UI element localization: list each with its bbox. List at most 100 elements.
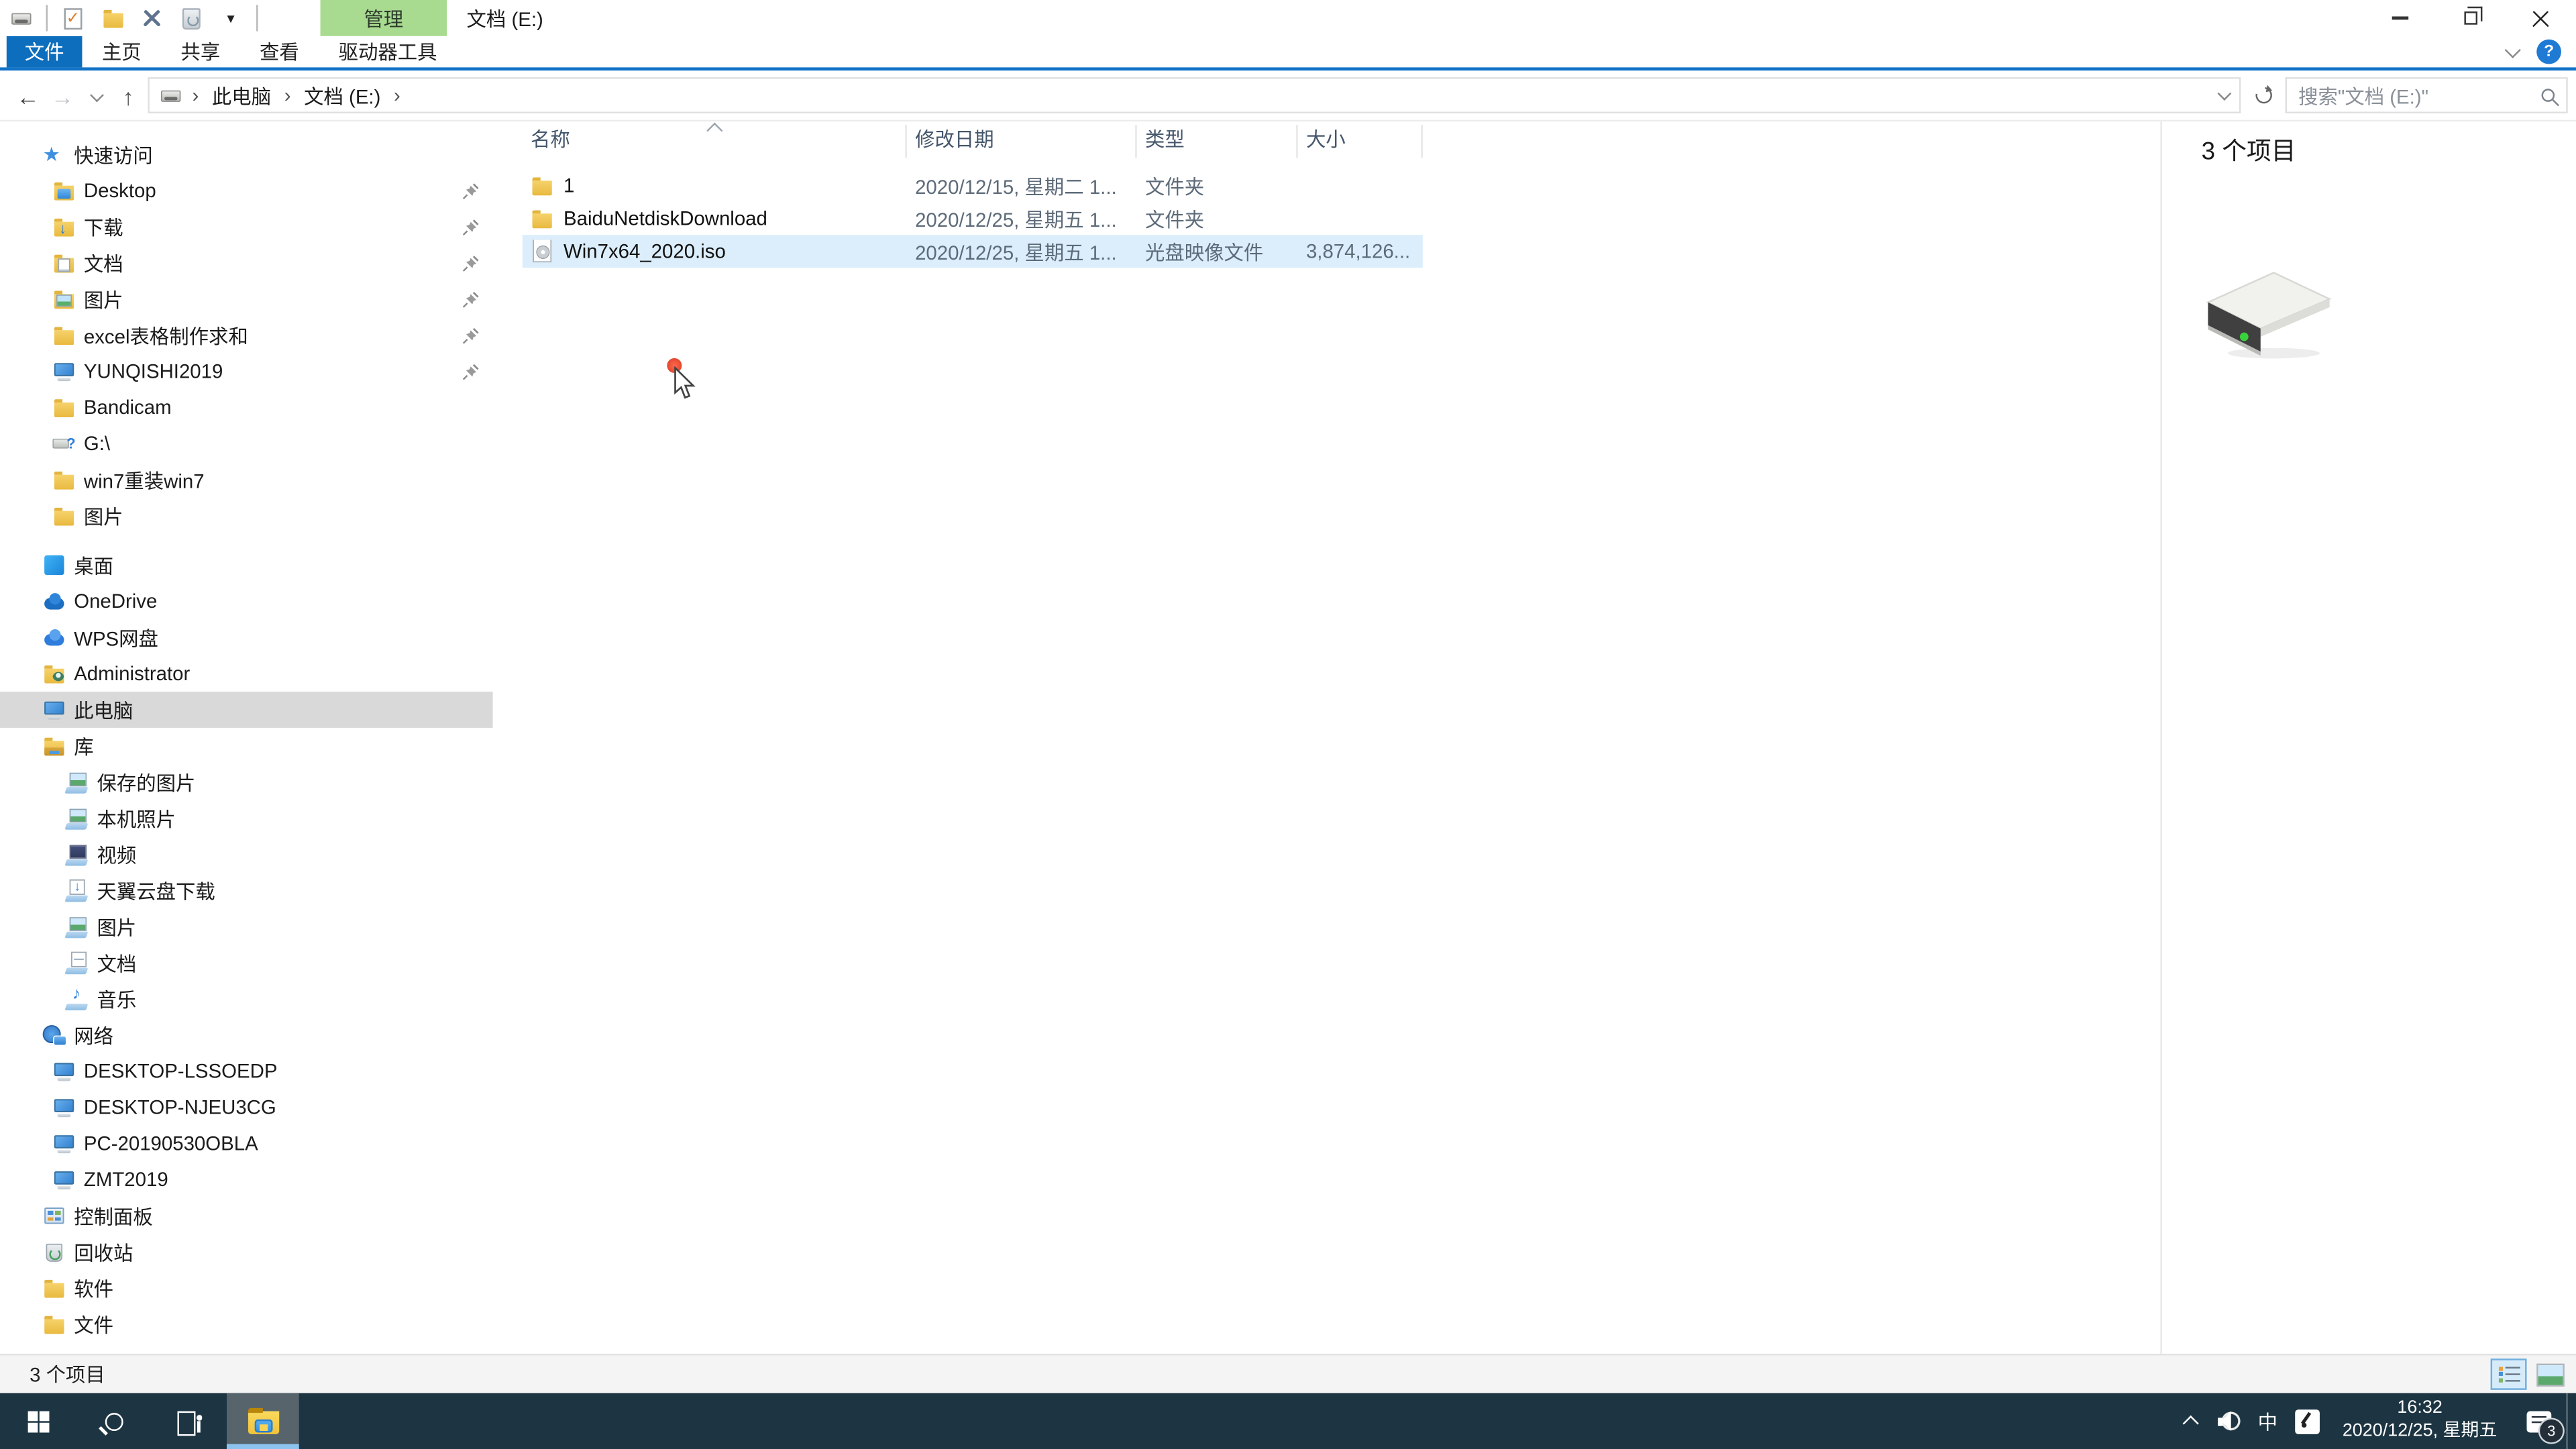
ribbon-tab-2[interactable]: 查看 bbox=[240, 36, 319, 68]
sidebar-item-network[interactable]: 网络 bbox=[0, 1017, 493, 1053]
thumbnails-view-button[interactable] bbox=[2532, 1358, 2568, 1390]
file-row-2[interactable]: Win7x64_2020.iso 2020/12/25, 星期五 1... 光盘映像… bbox=[522, 235, 1423, 268]
qat-customize-button[interactable]: ▾ bbox=[217, 3, 245, 33]
file-row-1[interactable]: BaiduNetdiskDownload 2020/12/25, 星期五 1...… bbox=[523, 202, 1423, 235]
sort-ascending-icon bbox=[705, 122, 722, 139]
sidebar-item-zmt2019[interactable]: ZMT2019 bbox=[0, 1161, 493, 1197]
sidebar-item-pictures-library[interactable]: 图片 bbox=[0, 908, 493, 945]
restore-button[interactable] bbox=[2434, 0, 2505, 36]
sidebar-item-desktop-njeu3cg[interactable]: DESKTOP-NJEU3CG bbox=[0, 1089, 493, 1126]
taskbar-file-explorer-button[interactable] bbox=[226, 1393, 299, 1449]
pin-icon[interactable] bbox=[462, 362, 480, 380]
sidebar-item-wps-cloud[interactable]: WPS网盘 bbox=[0, 619, 493, 655]
address-bar[interactable]: › 此电脑 › 文档 (E:) › bbox=[148, 77, 2241, 113]
ribbon-tab-1[interactable]: 共享 bbox=[161, 36, 240, 68]
sidebar-item-software[interactable]: 软件 bbox=[0, 1270, 493, 1306]
search-box[interactable]: 搜索"文档 (E:)" bbox=[2285, 77, 2568, 113]
collapse-ribbon-icon[interactable] bbox=[2504, 41, 2521, 58]
address-dropdown-icon[interactable] bbox=[2217, 87, 2232, 101]
system-menu-drive-icon[interactable] bbox=[7, 3, 35, 33]
breadcrumb-drive-e[interactable]: 文档 (E:) bbox=[301, 81, 384, 109]
forward-button[interactable]: → bbox=[44, 70, 80, 121]
pictures-library-icon bbox=[66, 806, 89, 829]
details-view-button[interactable] bbox=[2490, 1358, 2527, 1390]
folder-icon bbox=[43, 1313, 66, 1336]
qat-delete-button[interactable] bbox=[138, 3, 166, 33]
qat-recycle-button[interactable] bbox=[177, 3, 205, 33]
sidebar-item-recycle-bin[interactable]: 回收站 bbox=[0, 1234, 493, 1270]
tray-app-icon bbox=[2296, 1409, 2320, 1434]
show-desktop-button[interactable] bbox=[2566, 1393, 2576, 1449]
sidebar-item-yunqishi2019[interactable]: YUNQISHI2019 bbox=[0, 354, 493, 390]
help-button[interactable]: ? bbox=[2536, 39, 2561, 64]
sidebar-item-documents-library[interactable]: 文档 bbox=[0, 945, 493, 981]
restore-icon bbox=[2463, 7, 2483, 25]
sidebar-item-desktop-quick[interactable]: Desktop bbox=[0, 172, 493, 209]
taskbar: 中 16:32 2020/12/25, 星期五 3 bbox=[0, 1393, 2576, 1449]
network-computer-icon bbox=[52, 1132, 75, 1155]
start-button[interactable] bbox=[0, 1393, 76, 1449]
sidebar-item-pc-20190530obla[interactable]: PC-20190530OBLA bbox=[0, 1126, 493, 1162]
pin-icon[interactable] bbox=[462, 326, 480, 344]
sidebar-item-documents[interactable]: 文档 bbox=[0, 245, 493, 281]
folder-icon bbox=[52, 396, 75, 419]
sidebar-item-desktop-lssoedp[interactable]: DESKTOP-LSSOEDP bbox=[0, 1053, 493, 1089]
tab-file[interactable]: 文件 bbox=[6, 36, 83, 68]
sidebar-item-saved-pictures[interactable]: 保存的图片 bbox=[0, 764, 493, 800]
sidebar-item-pictures-2[interactable]: 图片 bbox=[0, 498, 493, 534]
sidebar-item-administrator[interactable]: Administrator bbox=[0, 655, 493, 692]
hidden-icons-button[interactable] bbox=[2171, 1393, 2211, 1449]
volume-button[interactable] bbox=[2211, 1393, 2249, 1449]
sidebar-item-music[interactable]: 音乐 bbox=[0, 981, 493, 1017]
taskbar-search-button[interactable] bbox=[76, 1393, 152, 1449]
sidebar-item-pictures[interactable]: 图片 bbox=[0, 281, 493, 317]
sidebar-item-local-photos[interactable]: 本机照片 bbox=[0, 800, 493, 837]
breadcrumb-this-pc[interactable]: 此电脑 bbox=[209, 81, 274, 109]
back-button[interactable]: ← bbox=[10, 70, 46, 121]
sidebar-item-control-panel[interactable]: 控制面板 bbox=[0, 1197, 493, 1234]
qat-new-folder-button[interactable] bbox=[99, 3, 127, 33]
search-placeholder: 搜索"文档 (E:)" bbox=[2298, 85, 2429, 108]
task-view-button[interactable] bbox=[151, 1393, 227, 1449]
contextual-tab-manage[interactable]: 管理 bbox=[320, 0, 447, 36]
folder-icon bbox=[52, 323, 75, 346]
pin-icon[interactable] bbox=[462, 182, 480, 200]
sidebar-item-files[interactable]: 文件 bbox=[0, 1306, 493, 1342]
sidebar-item-videos[interactable]: 视频 bbox=[0, 837, 493, 873]
qat-properties-button[interactable]: ✓ bbox=[59, 3, 87, 33]
ime-indicator[interactable]: 中 bbox=[2249, 1393, 2286, 1449]
sidebar-item-desktop[interactable]: 桌面 bbox=[0, 547, 493, 584]
action-center-button[interactable]: 3 bbox=[2510, 1393, 2566, 1449]
tray-app-button[interactable] bbox=[2287, 1393, 2330, 1449]
sidebar-item-this-pc[interactable]: 此电脑 bbox=[0, 692, 493, 728]
close-button[interactable] bbox=[2506, 0, 2576, 36]
column-header-0[interactable]: 名称 bbox=[523, 122, 907, 158]
ribbon-tab-0[interactable]: 主页 bbox=[82, 36, 161, 68]
sidebar-item-bandicam[interactable]: Bandicam bbox=[0, 389, 493, 425]
column-header-1[interactable]: 修改日期 bbox=[907, 125, 1137, 158]
cloud-icon bbox=[43, 590, 66, 612]
column-header-3[interactable]: 大小 bbox=[1298, 125, 1423, 158]
computer-icon bbox=[52, 360, 75, 382]
ribbon-tab-3[interactable]: 驱动器工具 bbox=[319, 36, 457, 68]
sidebar-item-g-drive[interactable]: G:\ bbox=[0, 425, 493, 462]
sidebar-item-win7-reinstall[interactable]: win7重装win7 bbox=[0, 462, 493, 498]
pin-icon[interactable] bbox=[462, 217, 480, 235]
sidebar-item-downloads[interactable]: 下载 bbox=[0, 209, 493, 245]
search-icon bbox=[104, 1411, 123, 1430]
refresh-icon bbox=[2252, 83, 2275, 107]
clock[interactable]: 16:32 2020/12/25, 星期五 bbox=[2329, 1393, 2510, 1449]
refresh-button[interactable] bbox=[2246, 77, 2282, 113]
sidebar-item-libraries[interactable]: 库 bbox=[0, 728, 493, 764]
sidebar-item-quick-access[interactable]: 快速访问 bbox=[0, 136, 493, 172]
column-header-2[interactable]: 类型 bbox=[1137, 125, 1298, 158]
sidebar-item-tianyi-cloud-download[interactable]: 天翼云盘下载 bbox=[0, 872, 493, 908]
up-button[interactable]: ↑ bbox=[110, 70, 146, 121]
minimize-button[interactable] bbox=[2364, 0, 2434, 36]
pin-icon[interactable] bbox=[462, 290, 480, 308]
recycle-bin-icon bbox=[182, 7, 201, 29]
pin-icon[interactable] bbox=[462, 254, 480, 272]
sidebar-item-onedrive[interactable]: OneDrive bbox=[0, 583, 493, 619]
file-row-0[interactable]: 1 2020/12/15, 星期二 1... 文件夹 bbox=[523, 169, 1423, 202]
sidebar-item-excel-folder[interactable]: excel表格制作求和 bbox=[0, 317, 493, 354]
